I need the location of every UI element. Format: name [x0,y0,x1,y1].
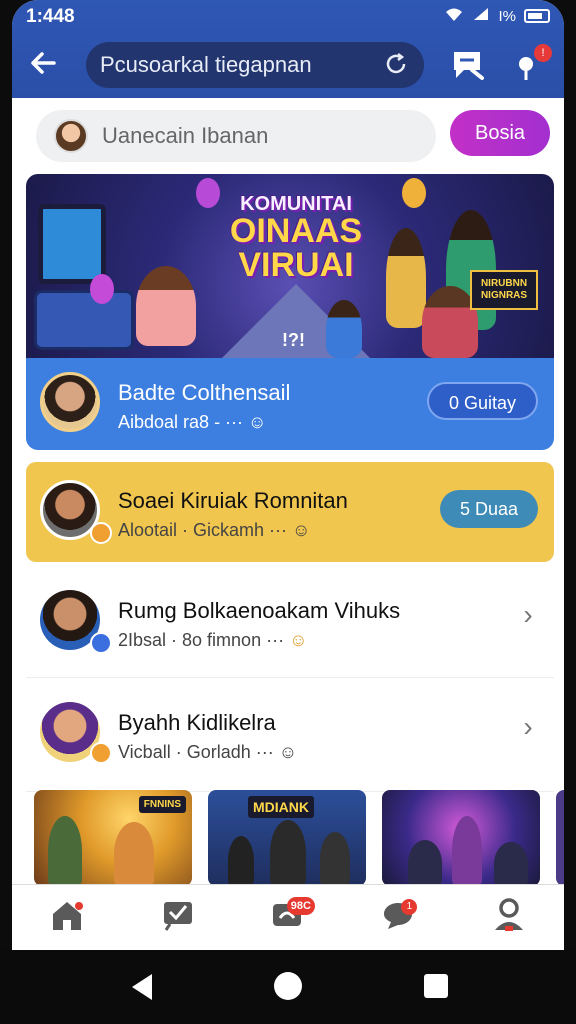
banner-person [386,228,426,328]
group-card[interactable]: Rumg Bolkaenoakam Vihuks 2Ibsal · 8o fim… [26,566,554,678]
chevron-right-icon[interactable]: › [518,600,538,630]
compose-input[interactable]: Uanecain Ibanan [36,110,436,162]
notification-badge: ! [534,44,552,62]
group-name: Soaei Kiruiak Romnitan [118,488,348,513]
refresh-icon[interactable] [382,51,410,79]
group-name: Byahh Kidlikelra [118,710,276,735]
banner-title-line3: VIRUAI [238,246,354,284]
thumbnail-figure [452,816,482,886]
thumbnail-figure [228,836,254,886]
emoji-icon: ☺ [248,412,267,432]
group-meta-text: Aibdoal ra8 - ··· [118,412,249,432]
thumbnail-figure [114,822,154,886]
star-badge-icon [90,522,112,544]
group-meta: Aibdoal ra8 - ··· ☺ [118,412,290,433]
group-texts: Byahh Kidlikelra Vicball · Gorladh ··· ☺ [118,710,297,763]
group-texts: Badte Colthensail Aibdoal ra8 - ··· ☺ [118,380,290,433]
nav-messages[interactable]: 98C [263,893,315,943]
group-avatar [40,372,100,432]
system-home-icon[interactable] [274,972,302,1000]
signal-icon [472,6,490,26]
thumbnail-label: MDIANK [248,796,314,818]
emoji-icon: ☺ [292,520,311,540]
banner-emoji-marks: !?! [282,330,305,350]
checkbox-icon [160,898,196,937]
system-nav-bar [0,950,576,1024]
star-badge-icon [90,742,112,764]
group-meta-text: Vicball · Gorladh ··· [118,742,279,762]
banner-title-line2: OINAAS [229,212,363,250]
group-meta: 2Ibsal · 8o fimnon ··· ☺ [118,630,400,651]
thumbnail-label: FNNINS [138,796,186,813]
banner-title-line1: KOMUNITAI [240,193,352,215]
group-meta-text: Alootail · Gickamh ··· [118,520,293,540]
emoji-icon: ☺ [278,742,298,762]
thumbnail-figure [494,842,528,886]
battery-icon [524,9,550,23]
status-time: 1:448 [26,6,75,27]
group-name: Badte Colthensail [118,380,291,405]
thumbnail-figure [320,832,350,886]
banner-sign: NIRUBNN NIGNRAS [470,270,538,310]
group-texts: Soaei Kiruiak Romnitan Alootail · Gickam… [118,488,348,541]
search-query: Pcusoarkal tiegapnan [100,52,312,77]
thumbnail-strip: FNNINS MDIANK [34,790,564,886]
group-meta: Alootail · Gickamh ··· ☺ [118,520,348,541]
nav-tasks[interactable] [153,893,203,943]
compose-message-icon[interactable] [450,48,486,82]
thumbnail-figure [270,820,306,886]
chevron-right-icon[interactable]: › [518,712,538,742]
join-button[interactable]: 0 Guitay [426,382,538,420]
profile-icon [491,896,527,939]
emoji-icon: ☺ [289,630,308,650]
group-card[interactable]: Soaei Kiruiak Romnitan Alootail · Gickam… [26,462,554,562]
system-recents-icon[interactable] [424,974,448,998]
group-card[interactable]: Byahh Kidlikelra Vicball · Gorladh ··· ☺… [26,680,554,792]
banner-tv [38,204,106,284]
group-meta-text: 2Ibsal · 8o fimnon ··· [118,630,290,650]
banner-person [136,266,196,346]
nav-home[interactable] [42,893,92,943]
thumbnail[interactable] [556,790,564,886]
nav-chat[interactable]: 1 [373,893,423,943]
balloon [402,178,426,208]
banner-person [326,300,362,358]
compose-row: Uanecain Ibanan Bosia [12,100,564,164]
group-meta: Vicball · Gorladh ··· ☺ [118,742,297,763]
chat-badge: 1 [401,898,418,915]
thumbnail[interactable] [382,790,540,886]
phone-screen: 1:448 I% Pcusoarkal tiegapnan ! Uanecain… [12,0,564,1024]
compose-placeholder: Uanecain Ibanan [102,123,269,148]
top-app-bar: 1:448 I% Pcusoarkal tiegapnan ! [12,0,564,98]
messages-badge: 98C [286,896,315,915]
thumbnail-figure [48,816,82,886]
balloon [90,274,114,304]
thumbnail-figure [408,840,442,886]
banner-title: KOMUNITAI OINAAS VIRUAI [216,194,376,282]
bottom-nav: 98C 1 [12,884,564,950]
banner-arcade [34,290,134,350]
group-texts: Rumg Bolkaenoakam Vihuks 2Ibsal · 8o fim… [118,598,400,651]
join-button[interactable]: 5 Duaa [439,490,538,528]
verified-badge-icon [90,632,112,654]
back-arrow-icon[interactable] [28,48,58,82]
notification-icon[interactable]: ! [512,44,552,84]
post-button[interactable]: Bosia [450,110,550,156]
system-back-icon[interactable] [132,974,152,1000]
home-icon [49,898,85,937]
thumbnail[interactable]: MDIANK [208,790,366,886]
battery-percent: I% [498,7,516,25]
nav-profile[interactable] [484,893,534,943]
community-banner-image[interactable]: NIRUBNN NIGNRAS KOMUNITAI OINAAS VIRUAI … [26,174,554,358]
wifi-icon [444,6,464,26]
group-name: Rumg Bolkaenoakam Vihuks [118,598,401,623]
user-avatar [54,119,88,153]
group-card[interactable]: Badte Colthensail Aibdoal ra8 - ··· ☺ 0 … [26,358,554,450]
search-input[interactable]: Pcusoarkal tiegapnan [86,42,424,88]
thumbnail[interactable]: FNNINS [34,790,192,886]
status-icons: I% [444,6,550,26]
